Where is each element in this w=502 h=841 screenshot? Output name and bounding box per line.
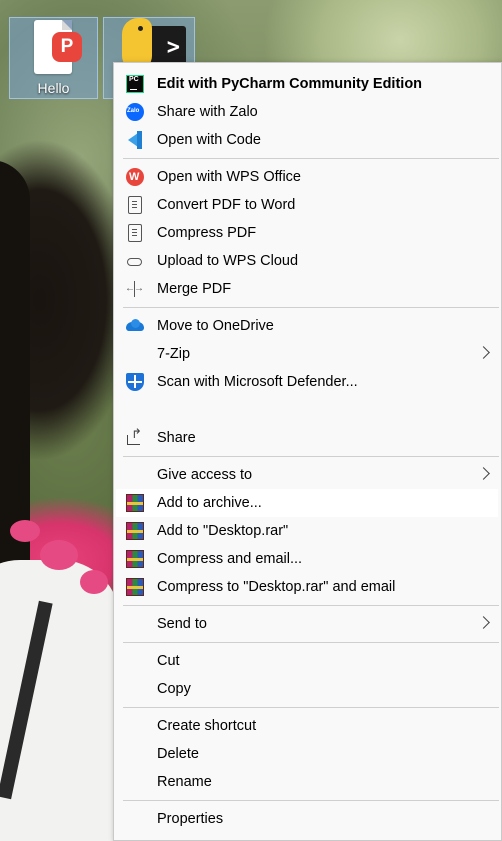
- menu-item-merge-pdf[interactable]: Merge PDF: [116, 275, 498, 303]
- winrar-icon: [126, 578, 144, 596]
- menu-item-label: Properties: [157, 811, 224, 827]
- vscode-icon: [126, 131, 144, 149]
- pycharm-icon: [126, 75, 144, 93]
- cloud-icon: [126, 252, 144, 270]
- menu-item-open-with-wps[interactable]: Open with WPS Office: [116, 163, 498, 191]
- menu-item-add-to-archive[interactable]: Add to archive...: [116, 489, 498, 517]
- menu-item-label: Merge PDF: [157, 281, 232, 297]
- menu-item-scan-with-defender[interactable]: Scan with Microsoft Defender...: [116, 368, 498, 396]
- desktop-icon-label: Hello: [37, 80, 70, 96]
- defender-shield-icon: [126, 373, 144, 391]
- menu-item-label: Move to OneDrive: [157, 318, 274, 334]
- menu-separator: [123, 456, 499, 457]
- background-photo-hair: [0, 160, 30, 620]
- wps-pdf-icon: P: [52, 32, 82, 62]
- menu-item-label: Open with WPS Office: [157, 169, 301, 185]
- menu-item-share-with-zalo[interactable]: Share with Zalo: [116, 98, 498, 126]
- chevron-right-icon: [477, 616, 490, 629]
- menu-item-upload-wps-cloud[interactable]: Upload to WPS Cloud: [116, 247, 498, 275]
- menu-item-compress-to-desktop-rar-and-email[interactable]: Compress to "Desktop.rar" and email: [116, 573, 498, 601]
- background-flower: [40, 540, 78, 570]
- desktop-icon-hello[interactable]: P Hello: [9, 17, 98, 99]
- share-icon: [126, 427, 144, 447]
- menu-item-label: 7-Zip: [157, 346, 191, 362]
- menu-item-label: Scan with Microsoft Defender...: [157, 374, 358, 390]
- winrar-icon: [126, 550, 144, 568]
- menu-item-label: Compress and email...: [157, 551, 303, 567]
- wps-office-icon: [126, 168, 144, 186]
- menu-item-share[interactable]: Share: [116, 424, 498, 452]
- menu-item-delete[interactable]: Delete: [116, 740, 498, 768]
- snake-eye: [138, 26, 143, 31]
- menu-item-label: Send to: [157, 616, 207, 632]
- menu-item-label: Cut: [157, 653, 180, 669]
- menu-item-edit-with-pycharm[interactable]: Edit with PyCharm Community Edition: [116, 70, 498, 98]
- menu-item-label: Edit with PyCharm Community Edition: [157, 76, 423, 92]
- menu-separator: [123, 642, 499, 643]
- menu-item-properties[interactable]: Properties: [116, 805, 498, 833]
- menu-item-label: Compress PDF: [157, 225, 257, 241]
- menu-item-give-access-to[interactable]: Give access to: [116, 461, 498, 489]
- chevron-right-icon: [477, 346, 490, 359]
- menu-item-move-to-onedrive[interactable]: Move to OneDrive: [116, 312, 498, 340]
- chevron-right-icon: [477, 467, 490, 480]
- pdf-to-word-icon: [128, 196, 142, 214]
- menu-item-cut[interactable]: Cut: [116, 647, 498, 675]
- menu-item-rename[interactable]: Rename: [116, 768, 498, 796]
- menu-item-label: Share with Zalo: [157, 104, 258, 120]
- merge-pdf-icon: [125, 280, 144, 298]
- menu-item-label: Open with Code: [157, 132, 261, 148]
- context-menu: Edit with PyCharm Community Edition Shar…: [113, 62, 502, 841]
- menu-item-open-with-code[interactable]: Open with Code: [116, 126, 498, 154]
- menu-item-label: Rename: [157, 774, 212, 790]
- menu-item-send-to[interactable]: Send to: [116, 610, 498, 638]
- menu-separator: [123, 707, 499, 708]
- winrar-icon: [126, 494, 144, 512]
- menu-item-add-to-desktop-rar[interactable]: Add to "Desktop.rar": [116, 517, 498, 545]
- page-fold: [62, 20, 72, 30]
- background-flower: [10, 520, 40, 542]
- compress-pdf-icon: [128, 224, 142, 242]
- onedrive-icon: [126, 317, 144, 335]
- menu-item-label: Convert PDF to Word: [157, 197, 296, 213]
- menu-item-copy[interactable]: Copy: [116, 675, 498, 703]
- menu-item-label: Create shortcut: [157, 718, 257, 734]
- menu-item-label: Upload to WPS Cloud: [157, 253, 299, 269]
- menu-item-convert-pdf-to-word[interactable]: Convert PDF to Word: [116, 191, 498, 219]
- menu-item-compress-and-email[interactable]: Compress and email...: [116, 545, 498, 573]
- menu-separator: [123, 158, 499, 159]
- document-file-icon: P: [34, 20, 82, 74]
- menu-item-label: Share: [157, 430, 196, 446]
- menu-item-7zip[interactable]: 7-Zip: [116, 340, 498, 368]
- menu-item-label: Add to "Desktop.rar": [157, 523, 289, 539]
- winrar-icon: [126, 522, 144, 540]
- menu-separator: [123, 800, 499, 801]
- menu-item-label: Copy: [157, 681, 191, 697]
- menu-item-label: Compress to "Desktop.rar" and email: [157, 579, 396, 595]
- menu-separator: [123, 605, 499, 606]
- menu-item-label: Delete: [157, 746, 199, 762]
- background-flower: [80, 570, 108, 594]
- menu-item-label: Give access to: [157, 467, 253, 483]
- zalo-icon: [126, 103, 144, 121]
- menu-item-label: Add to archive...: [157, 495, 262, 511]
- menu-item-compress-pdf[interactable]: Compress PDF: [116, 219, 498, 247]
- menu-separator: [123, 307, 499, 308]
- menu-item-create-shortcut[interactable]: Create shortcut: [116, 712, 498, 740]
